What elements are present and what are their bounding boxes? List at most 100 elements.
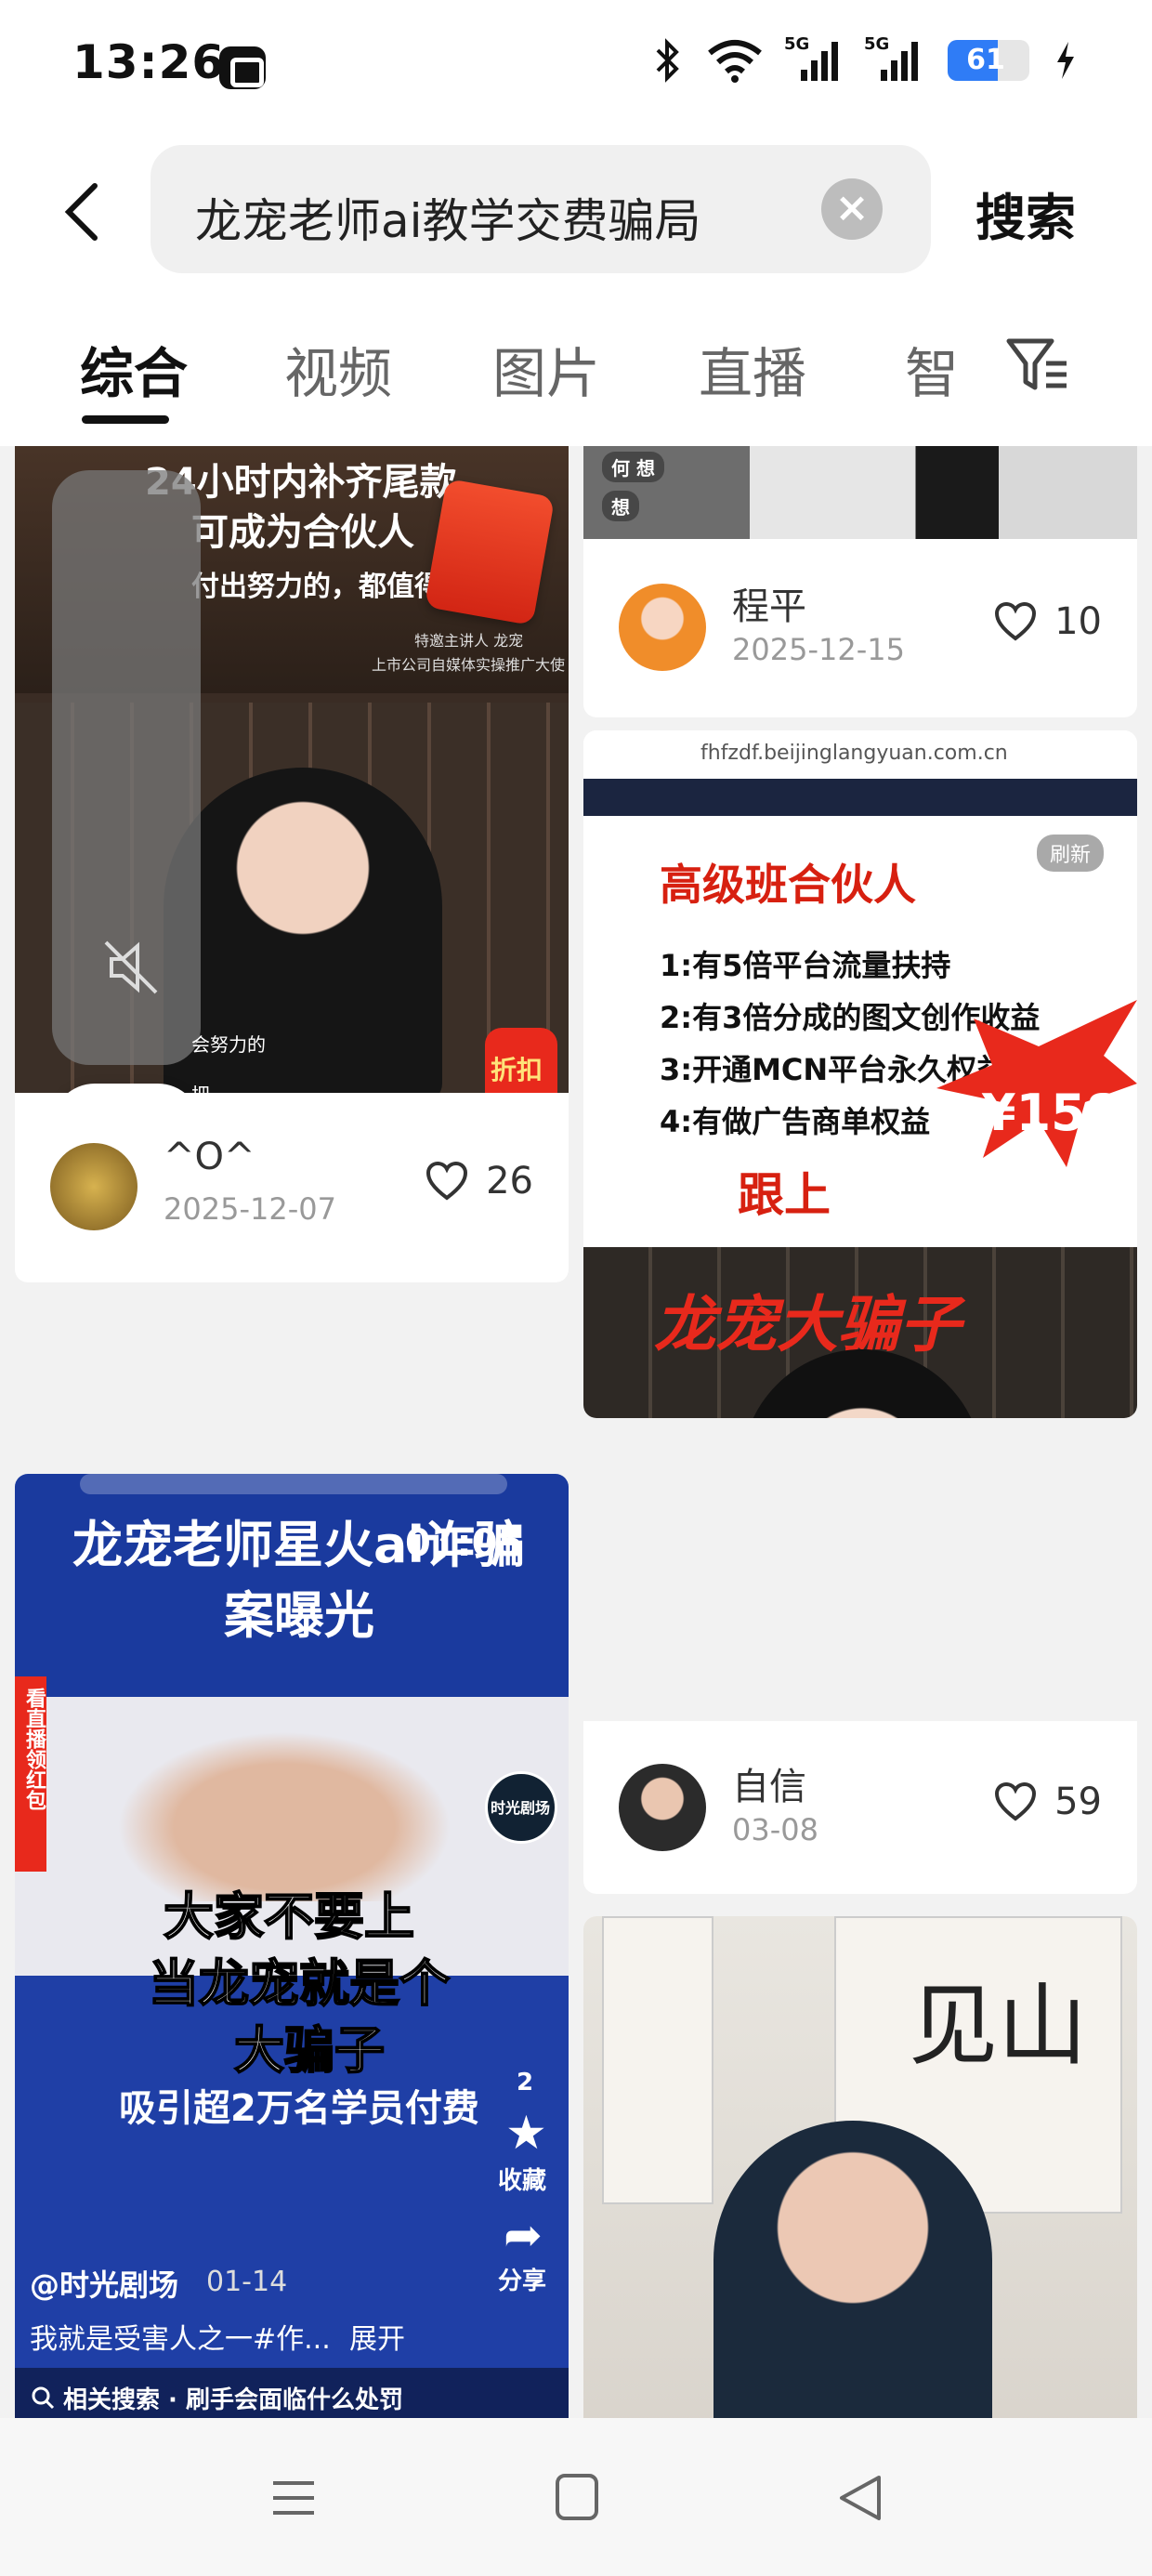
heart-icon: [995, 1781, 1037, 1821]
like-button[interactable]: 59: [993, 1781, 1102, 1823]
author-name[interactable]: 程平: [732, 576, 806, 630]
promo-title: 高级班合伙人: [660, 860, 916, 910]
like-count: 26: [486, 1160, 533, 1203]
card-1-comment: 会努力的: [191, 1033, 266, 1056]
card-1-headline-2: 可成为合伙人: [191, 511, 414, 554]
refresh-button[interactable]: 刷新: [1037, 835, 1105, 872]
active-tab-indicator: [82, 415, 169, 424]
filter-icon[interactable]: [1005, 335, 1070, 397]
result-tabs: 综合 视频 图片 直播 智: [0, 293, 1152, 446]
card-3-video[interactable]: 龙宠老师星火ai诈骗 案曝光 01:05 看直播领红包 时光剧场 大家不要上 当…: [15, 1474, 569, 2418]
card-5-thumbnail[interactable]: 见山: [583, 1916, 1137, 2418]
heart-icon: [426, 1161, 468, 1201]
post-date: 2025-12-07: [164, 1191, 336, 1227]
video-duration: 01:05: [405, 1522, 524, 1565]
menu-icon[interactable]: [269, 2474, 318, 2522]
calligraphy-text: 见山: [909, 1974, 1087, 2078]
app-notification-icon: [219, 46, 266, 89]
video-caption-1: 大家不要上: [163, 1886, 415, 1947]
card-1-comment: 把: [191, 1080, 210, 1093]
tab-image[interactable]: 图片: [492, 330, 600, 408]
card-4-meta: 自信 03-08 59: [583, 1721, 1137, 1894]
star-icon[interactable]: ★: [505, 2106, 547, 2160]
like-button[interactable]: 10: [993, 600, 1102, 643]
card-1-sub-2: 上市公司自媒体实操推广大使: [372, 656, 566, 674]
bluetooth-icon: [656, 38, 679, 83]
author-name[interactable]: ^O^: [164, 1136, 255, 1178]
network-type-label: 5G: [784, 34, 810, 54]
video-top-bar: [80, 1474, 507, 1494]
tab-live[interactable]: 直播: [699, 330, 806, 408]
status-time: 13:26: [72, 35, 226, 89]
battery-percent: 61: [966, 44, 1005, 76]
result-card-3[interactable]: 龙宠老师星火ai诈骗 案曝光 01:05 看直播领红包 时光剧场 大家不要上 当…: [15, 1474, 569, 2418]
live-reward-tag-label: 看直播领红包: [22, 1688, 46, 1810]
card-2-thumbnail[interactable]: 何 想 想: [583, 446, 1137, 539]
hand-writing-photo: [89, 1715, 479, 1901]
search-header: 龙宠老师ai教学交费骗局 × 搜索: [0, 130, 1152, 293]
avatar[interactable]: [619, 584, 706, 671]
promo-price: ¥158: [981, 1084, 1121, 1142]
card-2-comment: 何 想: [602, 452, 664, 482]
painting-left: [602, 1916, 713, 2204]
status-bar: 13:26 5G 5G 61: [0, 0, 1152, 130]
avatar[interactable]: [619, 1764, 706, 1851]
back-arrow-icon[interactable]: [56, 178, 111, 243]
mute-icon[interactable]: [98, 935, 164, 1000]
post-date: 03-08: [732, 1812, 818, 1847]
tab-video[interactable]: 视频: [284, 330, 392, 408]
like-count: 10: [1054, 600, 1102, 643]
card-4-thumbnail[interactable]: fhfzdf.beijinglangyuan.com.cn 刷新 高级班合伙人 …: [583, 730, 1137, 1247]
promo-item-4: 4:有做广告商单权益: [660, 1104, 931, 1139]
card-1-sub-1: 特邀主讲人 龙宠: [414, 632, 524, 650]
charging-icon: [1057, 42, 1074, 79]
author-name[interactable]: 自信: [732, 1756, 806, 1810]
fraud-banner: 龙宠大骗子: [654, 1289, 961, 1360]
video-caption-2: 当龙宠就是个: [148, 1953, 451, 2014]
tab-smart[interactable]: 智: [905, 330, 959, 408]
collect-label: 收藏: [498, 2167, 547, 2195]
signal-icon-2: 5G: [864, 34, 923, 81]
battery-icon: 61: [948, 40, 1029, 81]
video-date: 01-14: [206, 2266, 288, 2298]
channel-badge: 时光剧场: [491, 1799, 551, 1817]
collect-count: 2: [517, 2069, 534, 2096]
promo-item-1: 1:有5倍平台流量扶持: [660, 948, 951, 983]
share-label: 分享: [498, 2267, 547, 2295]
avatar[interactable]: [50, 1143, 137, 1230]
result-card-5[interactable]: 见山: [583, 1916, 1137, 2418]
video-caption-3: 大骗子: [233, 2020, 386, 2081]
card-4-video-still[interactable]: 龙宠大骗子: [583, 1247, 1137, 1418]
result-card-4[interactable]: fhfzdf.beijinglangyuan.com.cn 刷新 高级班合伙人 …: [583, 730, 1137, 1418]
card-2-comment: 想: [602, 491, 639, 521]
signal-icon: 5G: [784, 34, 844, 81]
back-icon[interactable]: [836, 2472, 884, 2524]
search-button[interactable]: 搜索: [975, 177, 1076, 250]
video-description: 我就是受害人之一#作...: [30, 2323, 331, 2356]
dark-strip: [583, 779, 1137, 816]
home-icon[interactable]: [554, 2472, 600, 2522]
video-author[interactable]: @时光剧场: [30, 2262, 178, 2305]
expand-link[interactable]: 展开: [349, 2316, 405, 2357]
clear-icon[interactable]: ×: [821, 178, 883, 240]
search-results-screen: 13:26 5G 5G 61 龙宠老师ai教学交费骗局 × 搜索 综合 视频 图…: [0, 0, 1152, 2576]
network-type-label-2: 5G: [864, 34, 890, 54]
result-card-2[interactable]: 何 想 想 程平 2025-12-15 10: [583, 446, 1137, 717]
coupon-label: 折扣: [491, 1055, 543, 1085]
like-button[interactable]: 26: [425, 1160, 533, 1203]
promo-follow: 跟上: [738, 1168, 831, 1222]
result-card-1[interactable]: 24小时内补齐尾款 可成为合伙人 付出努力的，都值得被鼓励 特邀主讲人 龙宠 上…: [15, 446, 569, 1282]
video-caption-4: 吸引超2万名学员付费: [119, 2087, 479, 2130]
tab-all[interactable]: 综合: [80, 330, 188, 408]
system-nav-bar: [0, 2418, 1152, 2576]
man-on-phone-photo: [713, 2121, 992, 2418]
video-title-2: 案曝光: [224, 1586, 374, 1645]
card-1-meta: ^O^ 2025-12-07 26: [15, 1093, 569, 1282]
share-icon[interactable]: ➦: [504, 2208, 543, 2262]
search-input[interactable]: 龙宠老师ai教学交费骗局 ×: [151, 145, 931, 273]
like-count: 59: [1054, 1781, 1102, 1823]
card-1-thumbnail[interactable]: 24小时内补齐尾款 可成为合伙人 付出努力的，都值得被鼓励 特邀主讲人 龙宠 上…: [15, 446, 569, 1093]
search-query: 龙宠老师ai教学交费骗局: [195, 194, 701, 248]
results-feed[interactable]: 24小时内补齐尾款 可成为合伙人 付出努力的，都值得被鼓励 特邀主讲人 龙宠 上…: [0, 446, 1152, 2418]
card-2-meta: 程平 2025-12-15 10: [583, 539, 1137, 717]
